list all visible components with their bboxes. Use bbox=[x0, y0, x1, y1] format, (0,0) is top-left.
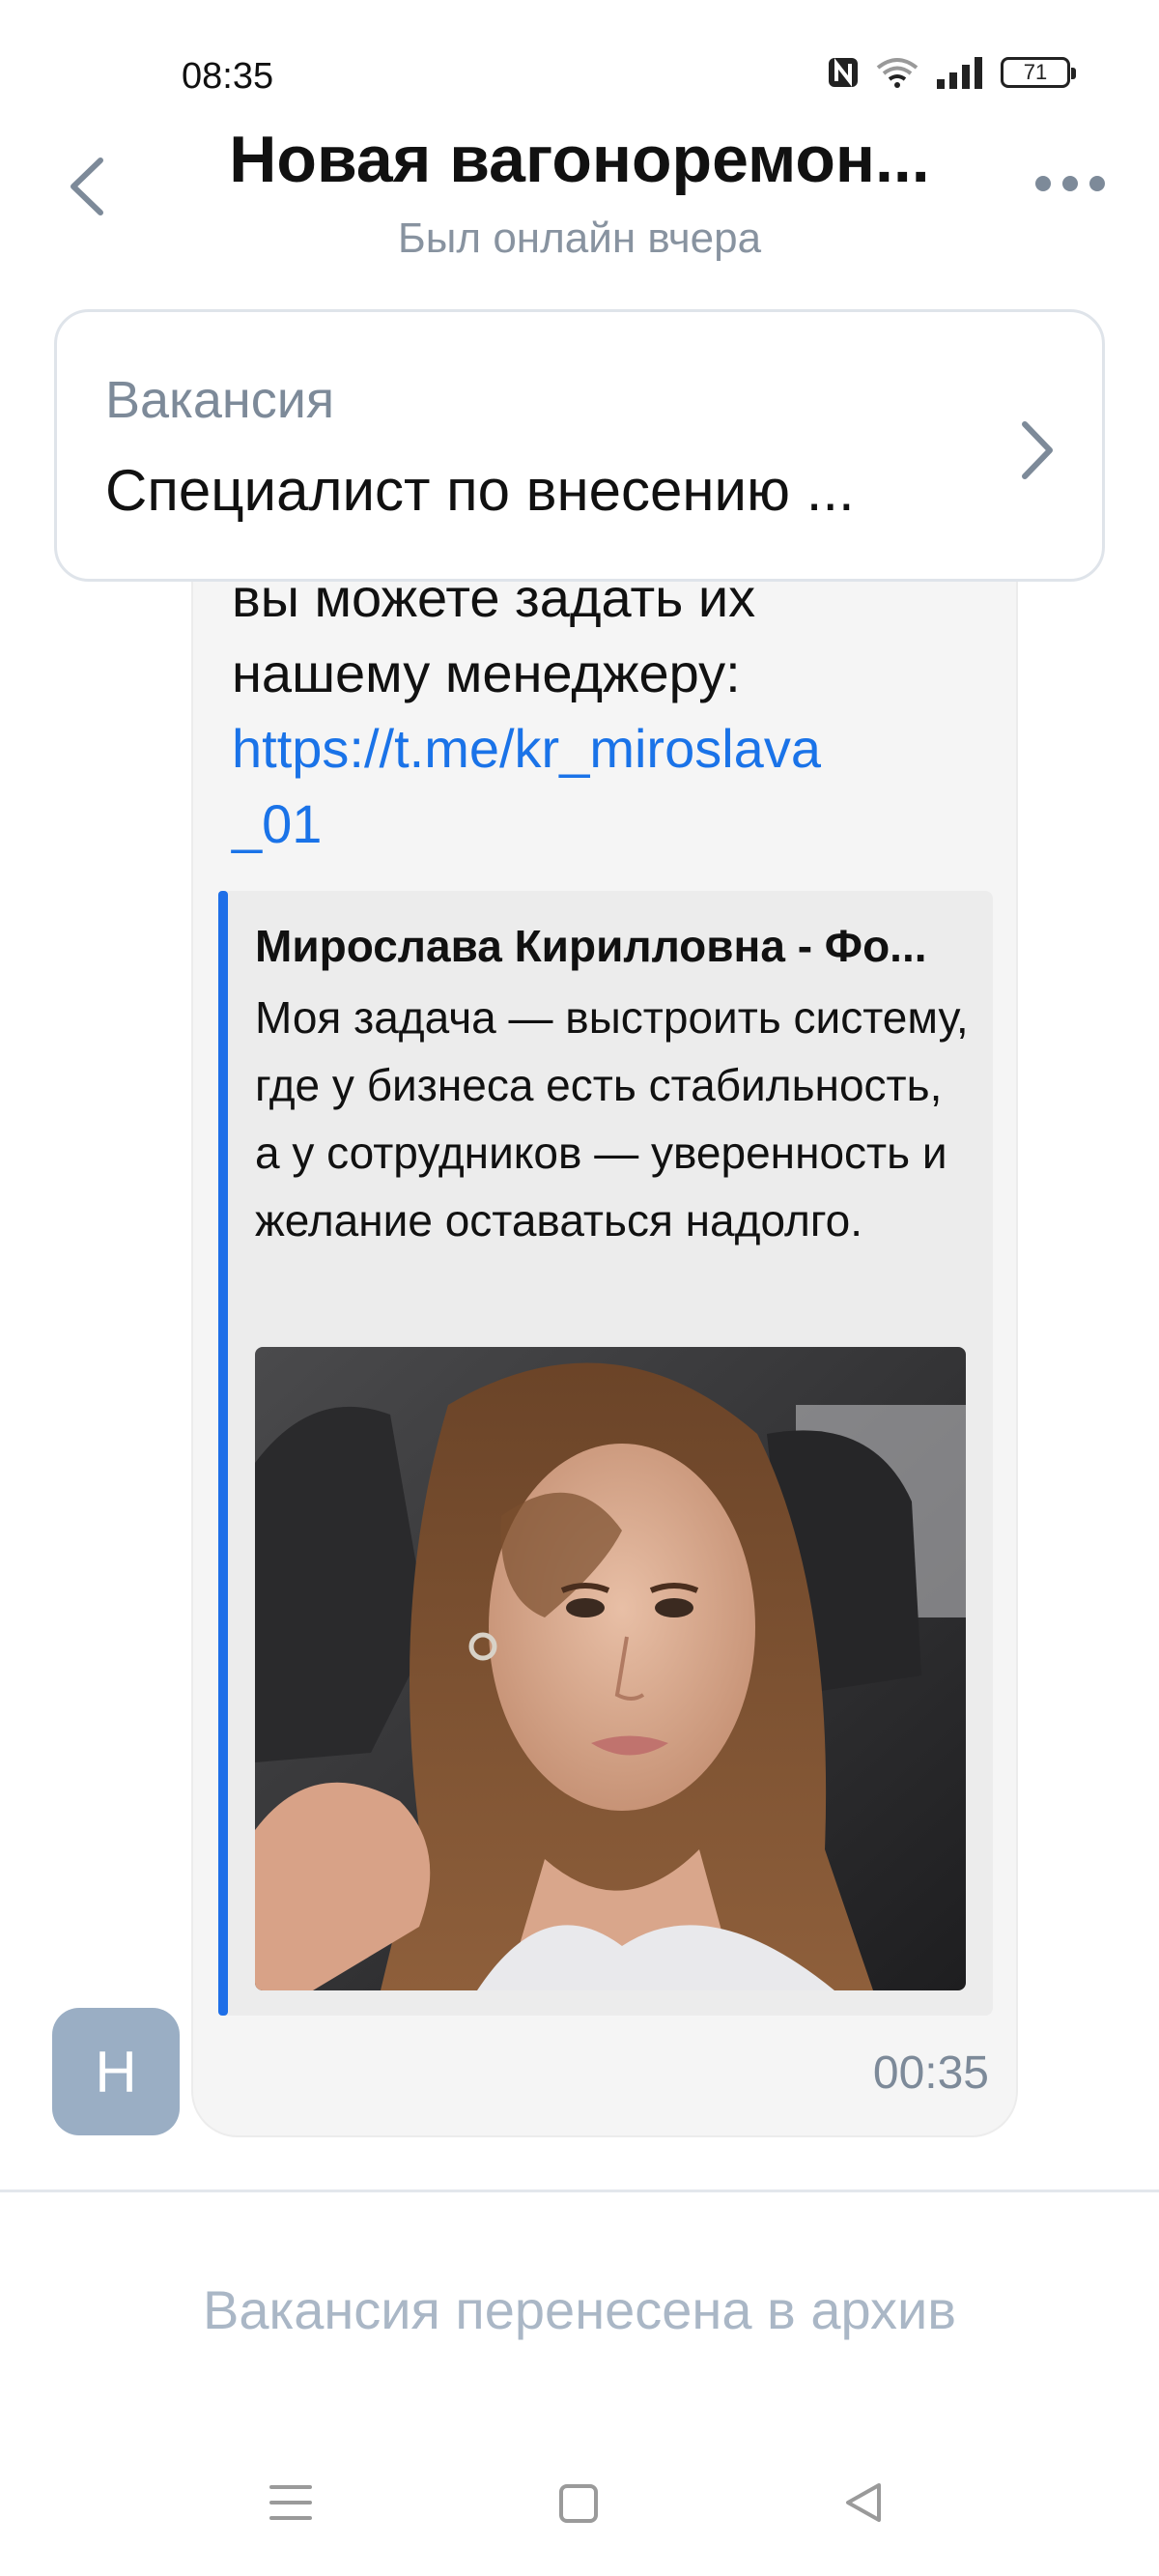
nav-menu-icon[interactable] bbox=[269, 2483, 313, 2522]
nav-home-icon[interactable] bbox=[558, 2483, 599, 2524]
link-preview-accent-bar bbox=[218, 891, 228, 2016]
battery-level: 71 bbox=[1023, 60, 1048, 84]
archive-notice: Вакансия перенесена в архив bbox=[202, 2279, 957, 2340]
nav-back-icon[interactable] bbox=[842, 2481, 885, 2524]
vacancy-title: Специалист по внесению ... bbox=[105, 458, 855, 523]
status-icons: 71 bbox=[827, 56, 1076, 89]
wifi-icon bbox=[876, 58, 919, 88]
link-preview-text: Моя задача — выстроить систему, где у би… bbox=[255, 992, 969, 1245]
battery-icon: 71 bbox=[1001, 57, 1076, 88]
divider bbox=[0, 2190, 1159, 2192]
portrait-photo bbox=[255, 1347, 966, 1990]
message-text: вы можете задать их нашему менеджеру: ht… bbox=[232, 560, 985, 862]
chat-status: Был онлайн вчера bbox=[397, 215, 762, 262]
manager-link-continued[interactable]: _01 bbox=[232, 787, 985, 862]
vacancy-label: Вакансия bbox=[105, 371, 335, 429]
avatar-initial: Н bbox=[95, 2039, 137, 2104]
avatar[interactable]: Н bbox=[52, 2008, 180, 2135]
manager-link[interactable]: https://t.me/kr_miroslava bbox=[232, 711, 985, 787]
link-preview-title: Мирослава Кирилловна - Фо... bbox=[255, 921, 927, 971]
message-timestamp: 00:35 bbox=[872, 2047, 989, 2099]
nfc-icon bbox=[829, 58, 858, 87]
link-preview-photo[interactable] bbox=[255, 1347, 966, 1990]
status-time: 08:35 bbox=[182, 56, 274, 97]
more-options-icon[interactable] bbox=[1032, 169, 1109, 198]
vacancy-card[interactable]: Вакансия Специалист по внесению ... bbox=[54, 309, 1105, 582]
chevron-right-icon bbox=[1022, 421, 1053, 479]
back-arrow-icon[interactable] bbox=[60, 155, 114, 218]
signal-icon bbox=[937, 57, 982, 89]
message-line: нашему менеджеру: bbox=[232, 643, 741, 703]
chat-title[interactable]: Новая вагоноремон... bbox=[193, 122, 966, 197]
